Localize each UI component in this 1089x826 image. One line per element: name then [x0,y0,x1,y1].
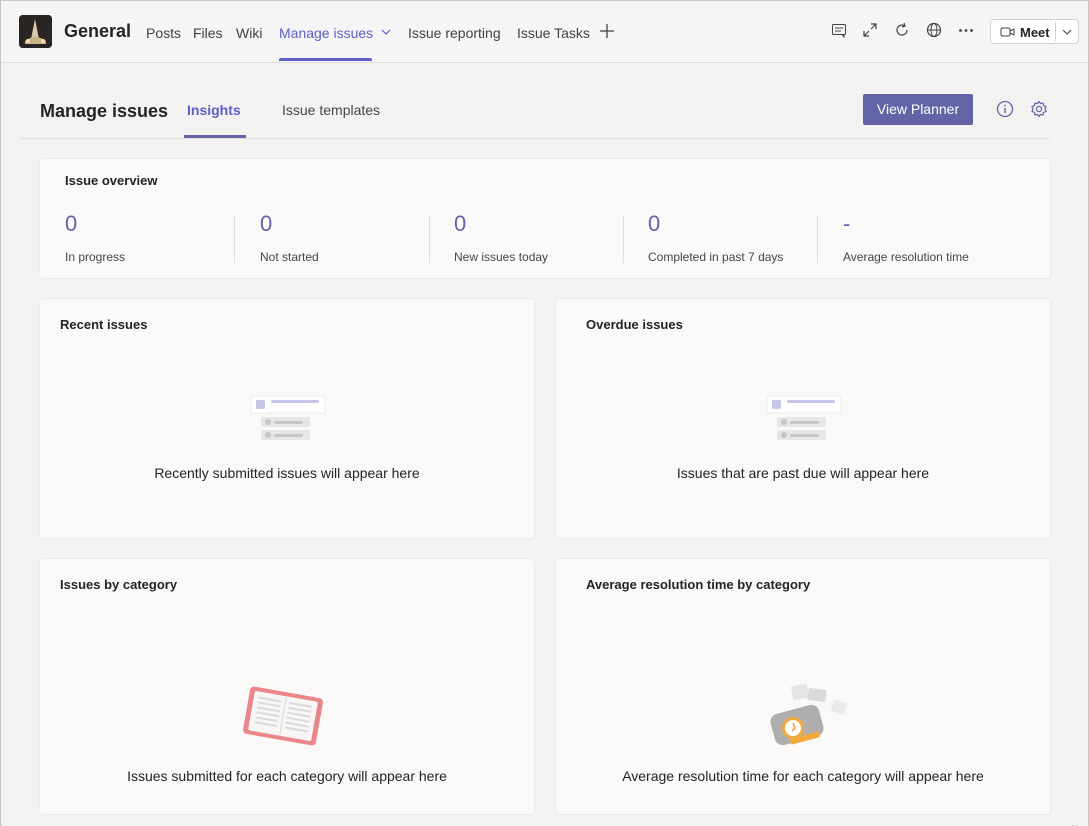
stat-completed-label: Completed in past 7 days [648,250,784,264]
empty-state-text: Average resolution time for each categor… [622,768,984,784]
stat-new-today-label: New issues today [454,250,549,264]
stat-in-progress-value: 0 [65,211,78,236]
issues-by-category-card: Issues by category Issues submitted for … [39,558,535,815]
issue-overview-card: Issue overview 0 In progress 0 Not start… [39,158,1051,279]
subheader-divider [20,138,1050,139]
conversation-icon[interactable] [830,21,850,41]
scrollbar-thumb[interactable] [1078,67,1084,822]
chevron-down-icon [381,29,391,35]
card-title: Recent issues [60,317,148,332]
stat-new-today-value: 0 [454,211,467,236]
stat-divider [623,215,624,263]
stat-avg-resolution-label: Average resolution time [843,250,969,264]
more-options-icon[interactable] [957,21,977,41]
tab-issue-templates[interactable]: Issue templates [282,102,380,118]
meet-button-label: Meet [1020,25,1050,40]
manage-issues-app: Manage issues Insights Issue templates V… [2,63,1072,826]
stat-divider [817,215,818,263]
tab-manage-issues-label: Manage issues [279,25,374,41]
recent-issues-card: Recent issues Recently submitted issues … [39,298,535,539]
stat-not-started-value: 0 [260,211,273,236]
book-illustration [243,686,323,746]
overdue-issues-card: Overdue issues Issues that are past due … [555,298,1051,539]
page-title: Manage issues [40,101,169,121]
tab-files[interactable]: Files [193,25,223,41]
info-icon[interactable] [995,99,1015,119]
card-title: Average resolution time by category [586,577,811,592]
scrollbar[interactable] [1074,63,1088,826]
empty-list-illustration [766,395,842,440]
stat-not-started-label: Not started [260,250,319,264]
channel-name: General [64,21,132,41]
tab-issue-reporting[interactable]: Issue reporting [408,25,501,41]
stat-divider [429,215,430,263]
meet-separator [1055,22,1056,41]
active-tab-indicator [279,58,372,61]
view-planner-button[interactable]: View Planner [863,94,973,125]
card-title: Overdue issues [586,317,683,332]
stat-in-progress-label: In progress [65,250,126,264]
stat-avg-resolution-value: - [843,211,851,236]
meet-button[interactable]: Meet [990,19,1079,44]
empty-state-text: Issues that are past due will appear her… [676,465,930,481]
tab-posts[interactable]: Posts [146,25,181,41]
channel-header: General Posts Files Wiki Manage issues I… [1,1,1088,63]
empty-state-text: Issues submitted for each category will … [127,768,447,784]
add-tab-icon[interactable] [598,22,618,42]
clock-illustration [770,683,848,746]
tab-insights[interactable]: Insights [187,102,241,118]
refresh-icon[interactable] [893,21,913,41]
settings-gear-icon[interactable] [1029,99,1049,119]
tab-wiki[interactable]: Wiki [236,25,262,41]
card-title: Issue overview [65,173,158,188]
tab-manage-issues[interactable]: Manage issues [279,25,391,41]
empty-list-illustration [250,395,326,440]
stat-divider [234,215,235,263]
empty-state-text: Recently submitted issues will appear he… [154,465,420,481]
card-title: Issues by category [60,577,178,592]
avg-resolution-card: Average resolution time by category Aver… [555,558,1051,815]
expand-icon[interactable] [861,21,881,41]
chevron-down-icon[interactable] [1062,27,1072,37]
team-avatar[interactable] [19,15,52,48]
globe-icon[interactable] [925,21,945,41]
tab-issue-tasks[interactable]: Issue Tasks [517,25,590,41]
stat-completed-value: 0 [648,211,661,236]
video-camera-icon [1000,27,1015,37]
